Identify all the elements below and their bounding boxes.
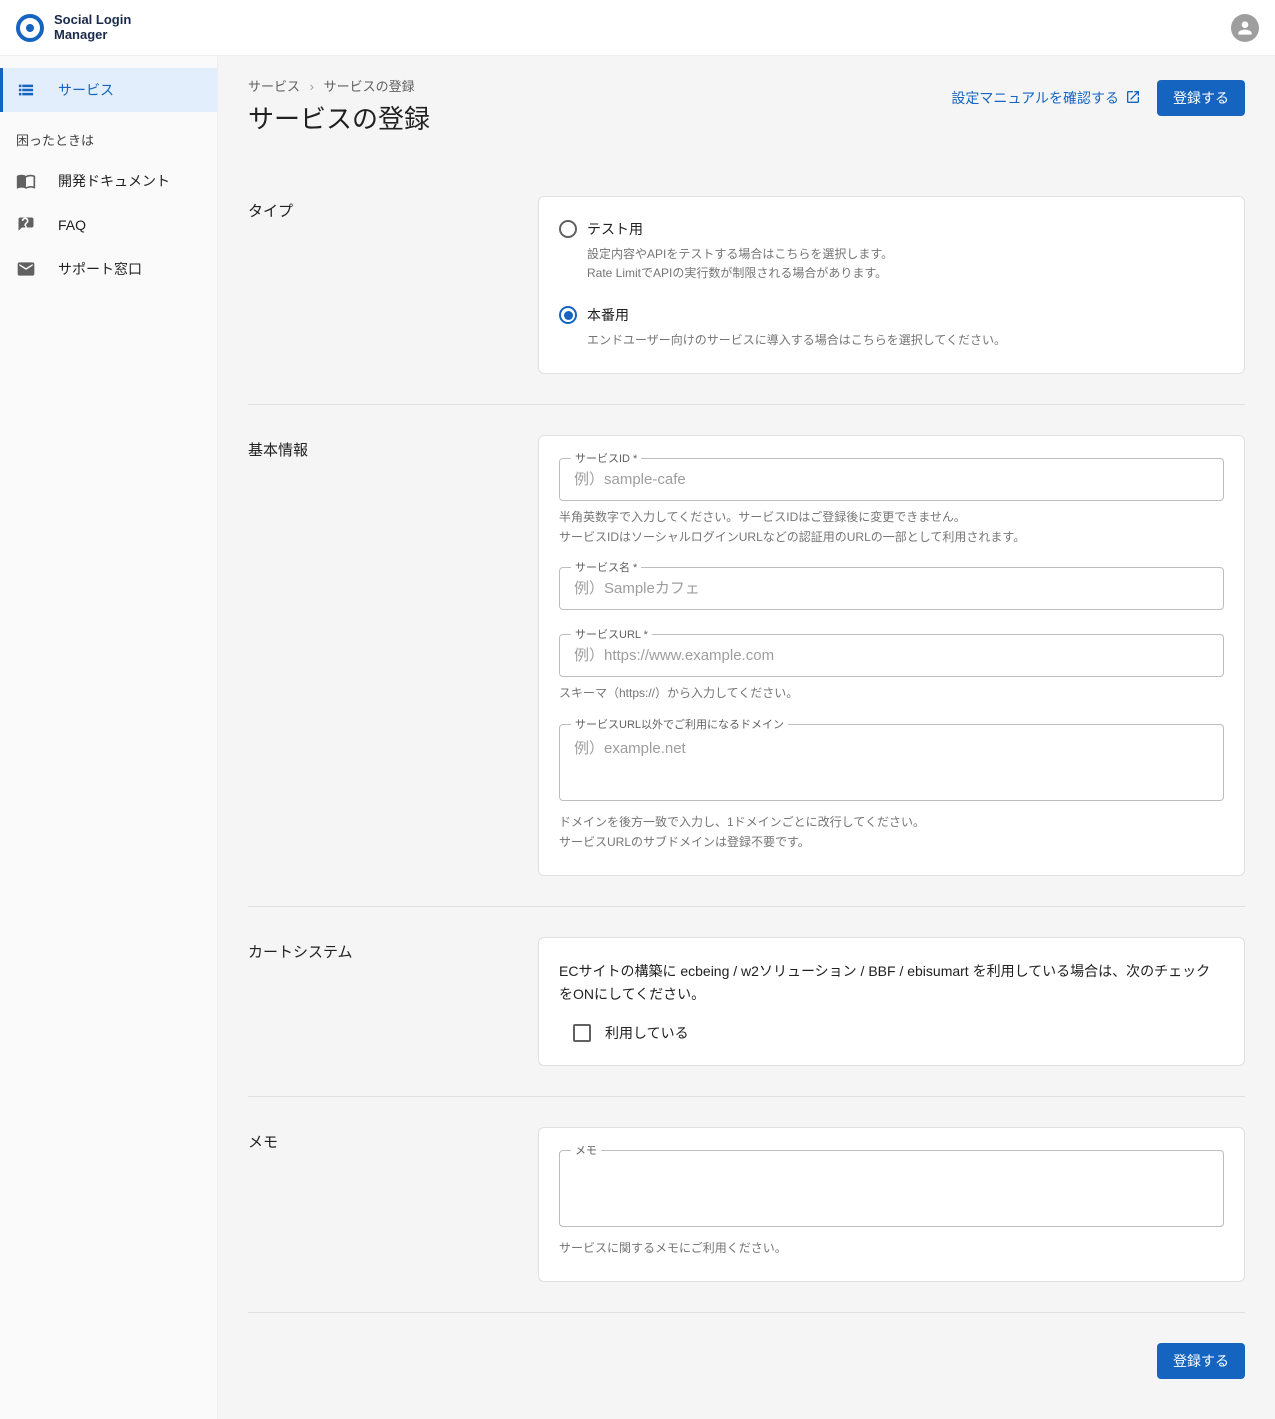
breadcrumb-current: サービスの登録 [324,79,415,94]
cart-checkbox[interactable]: 利用している [573,1023,1224,1043]
radio-icon [559,220,577,238]
chevron-right-icon: › [310,79,314,94]
logo-icon [16,14,44,42]
radio-help: Rate LimitでAPIの実行数が制限される場合があります。 [587,264,1224,283]
breadcrumb-parent[interactable]: サービス [248,79,300,94]
radio-type-test[interactable]: テスト用 [559,219,1224,239]
field-label-memo: メモ [571,1142,601,1158]
avatar-icon [1231,14,1259,42]
field-hint: サービスURLのサブドメインは登録不要です。 [559,832,1224,852]
field-hint: ドメインを後方一致で入力し、1ドメインごとに改行してください。 [559,812,1224,832]
sidebar-item-label: FAQ [58,217,86,233]
service-id-field[interactable] [559,458,1224,501]
help-icon [16,215,36,235]
mail-icon [16,259,36,279]
radio-icon [559,306,577,324]
app-name-line2: Manager [54,28,131,42]
service-url-field[interactable] [559,634,1224,677]
field-hint: サービスIDはソーシャルログインURLなどの認証用のURLの一部として利用されま… [559,527,1224,547]
list-icon [16,80,36,100]
radio-label: 本番用 [587,305,629,325]
sidebar-item-label: 開発ドキュメント [58,171,170,191]
page-title: サービスの登録 [248,99,430,136]
manual-link[interactable]: 設定マニュアルを確認する [951,88,1141,108]
field-hint: スキーマ（https://）から入力してください。 [559,683,1224,703]
radio-type-production[interactable]: 本番用 [559,305,1224,325]
sidebar-item-support[interactable]: サポート窓口 [0,247,217,291]
radio-help: 設定内容やAPIをテストする場合はこちらを選択します。 [587,245,1224,264]
sidebar-item-label: サポート窓口 [58,259,142,279]
checkbox-icon [573,1024,591,1042]
field-label-service-id: サービスID * [571,450,641,466]
section-heading-type: タイプ [248,196,538,374]
sidebar-item-faq[interactable]: FAQ [0,203,217,247]
section-heading-memo: メモ [248,1127,538,1281]
breadcrumb: サービス › サービスの登録 [248,76,430,95]
app-name-line1: Social Login [54,13,131,27]
section-heading-basic: 基本情報 [248,435,538,876]
memo-field[interactable] [559,1150,1224,1227]
app-logo[interactable]: Social Login Manager [16,13,131,42]
radio-help: エンドユーザー向けのサービスに導入する場合はこちらを選択してください。 [587,331,1224,350]
register-button-top[interactable]: 登録する [1157,80,1245,116]
sidebar-item-services[interactable]: サービス [0,68,217,112]
help-heading: 困ったときは [0,112,217,159]
sidebar-item-docs[interactable]: 開発ドキュメント [0,159,217,203]
field-label-extra-domain: サービスURL以外でご利用になるドメイン [571,716,788,732]
book-icon [16,171,36,191]
register-button-bottom[interactable]: 登録する [1157,1343,1245,1379]
checkbox-label: 利用している [605,1023,689,1043]
service-name-field[interactable] [559,567,1224,610]
cart-description: ECサイトの構築に ecbeing / w2ソリューション / BBF / eb… [559,960,1224,1008]
external-link-icon [1125,89,1141,108]
field-label-service-url: サービスURL * [571,626,652,642]
manual-link-label: 設定マニュアルを確認する [951,88,1119,108]
field-hint: サービスに関するメモにご利用ください。 [559,1238,1224,1258]
sidebar-item-label: サービス [58,80,114,100]
radio-label: テスト用 [587,219,643,239]
extra-domain-field[interactable] [559,724,1224,801]
field-hint: 半角英数字で入力してください。サービスIDはご登録後に変更できません。 [559,507,1224,527]
section-heading-cart: カートシステム [248,937,538,1067]
user-menu[interactable] [1231,14,1259,42]
field-label-service-name: サービス名 * [571,559,641,575]
